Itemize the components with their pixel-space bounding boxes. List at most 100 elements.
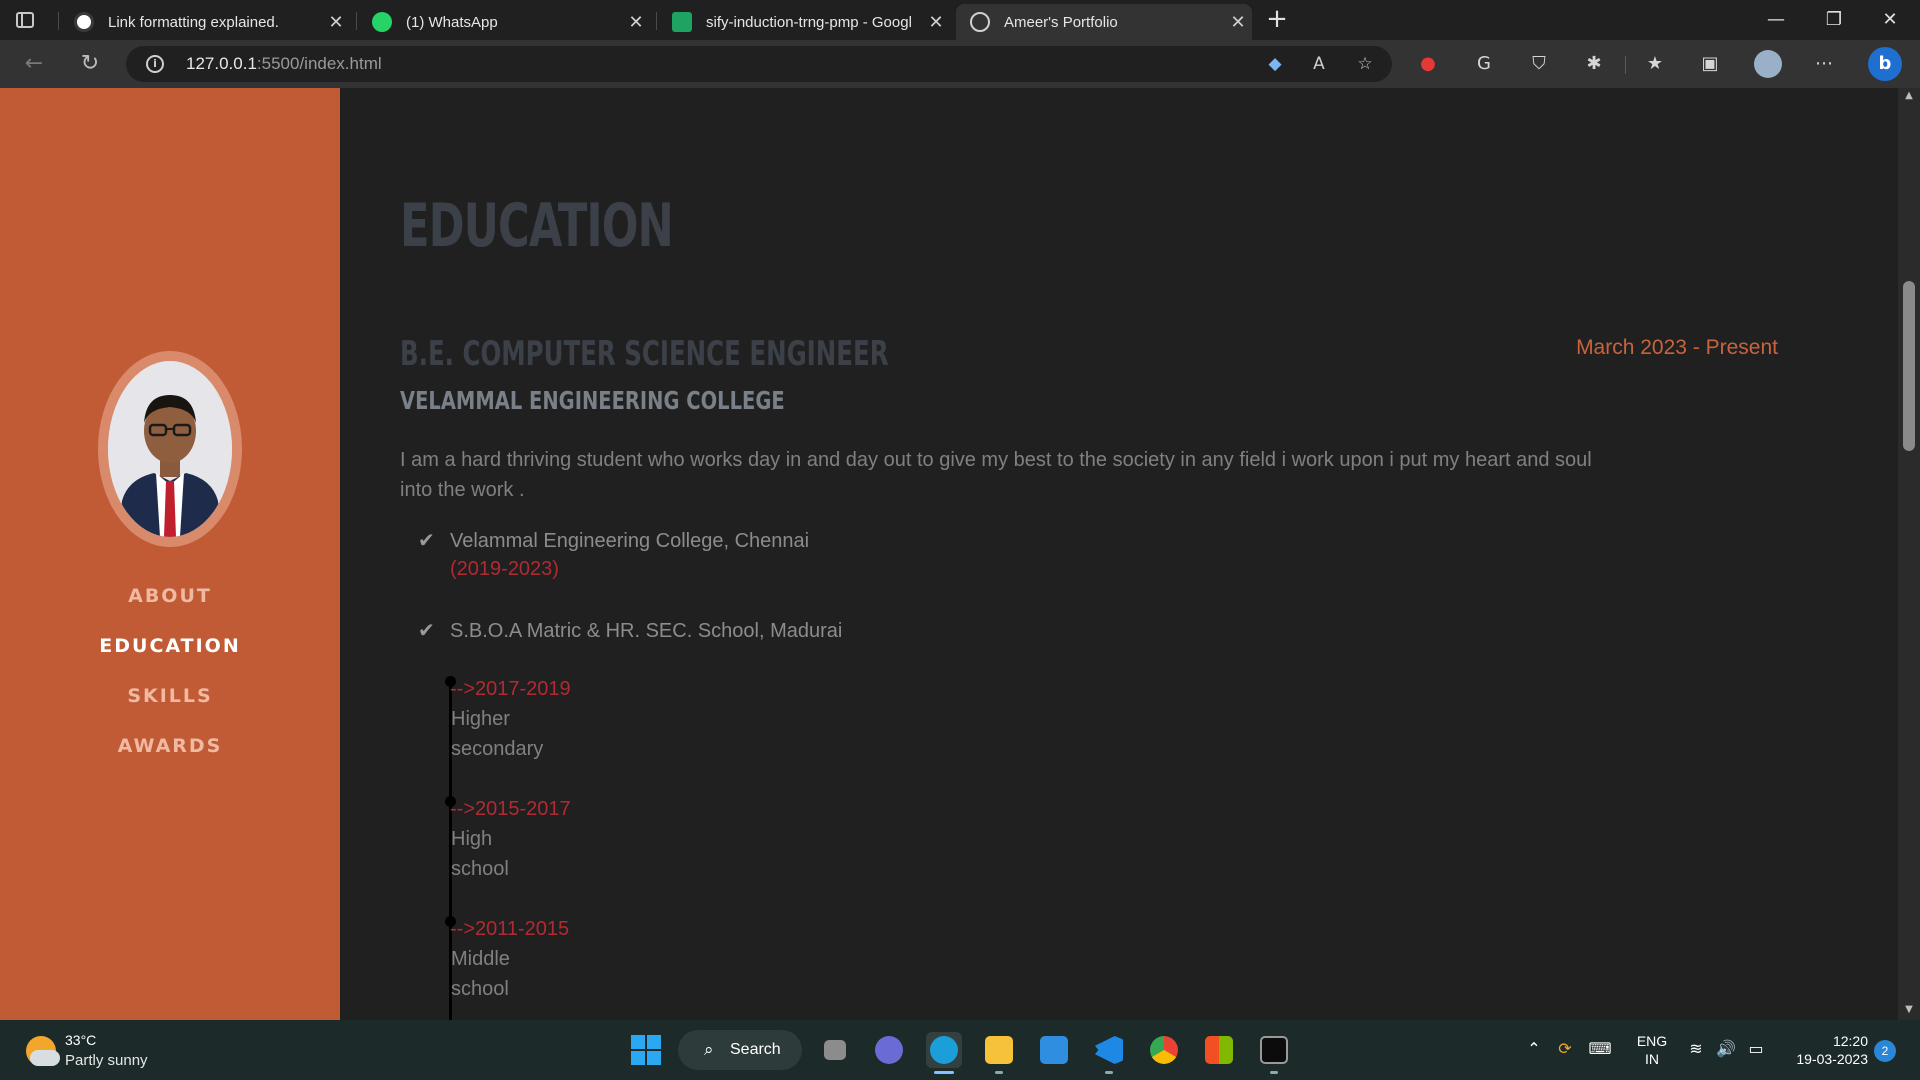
scroll-down-icon[interactable]: ▼ — [1898, 1004, 1920, 1015]
taskbar-search[interactable]: ⌕ Search — [678, 1030, 802, 1070]
profile-avatar[interactable] — [1754, 50, 1782, 78]
system-clock[interactable]: 12:20 19-03-2023 — [1778, 1032, 1868, 1068]
tab-portfolio[interactable]: Ameer's Portfolio ✕ — [956, 4, 1252, 40]
tab-title: sify-induction-trng-pmp - Googl — [706, 13, 912, 31]
tab-google-sheets[interactable]: sify-induction-trng-pmp - Googl ✕ — [658, 4, 950, 40]
close-window-button[interactable]: ✕ — [1862, 0, 1918, 40]
chrome-icon[interactable] — [1146, 1032, 1182, 1068]
store-icon[interactable] — [1201, 1032, 1237, 1068]
section-heading: EDUCATION — [400, 191, 674, 261]
timeline-years: -->2017-2019 — [450, 678, 571, 700]
scroll-up-icon[interactable]: ▲ — [1898, 90, 1920, 101]
more-icon[interactable]: ⋯ — [1812, 52, 1836, 76]
scroll-thumb[interactable] — [1903, 281, 1915, 451]
timeline-label-line: Higher — [451, 708, 510, 730]
new-tab-button[interactable]: + — [1263, 6, 1291, 34]
address-bar[interactable]: i 127.0.0.1:5500/index.html ◆ A ☆ — [126, 46, 1392, 82]
education-item: ✔ Velammal Engineering College, Chennai — [418, 528, 809, 553]
keyboard-icon[interactable]: ⌨ — [1588, 1039, 1612, 1058]
check-icon: ✔ — [418, 620, 435, 642]
shield-icon[interactable]: ⛉ — [1527, 52, 1551, 76]
clock-time: 12:20 — [1832, 1033, 1868, 1049]
tab-whatsapp[interactable]: (1) WhatsApp ✕ — [358, 4, 650, 40]
close-icon[interactable]: ✕ — [622, 12, 650, 33]
page-viewport: ABOUT EDUCATION SKILLS AWARDS EDUCATION … — [0, 88, 1920, 1020]
language-code: ENG — [1636, 1033, 1668, 1049]
globe-icon — [970, 12, 990, 32]
timeline-years: -->2015-2017 — [450, 798, 571, 820]
grammarly-icon[interactable]: G — [1472, 52, 1496, 76]
tab-strip: Link formatting explained. ✕ (1) WhatsAp… — [0, 0, 1920, 40]
notification-badge[interactable]: 2 — [1874, 1040, 1896, 1062]
tab-title: (1) WhatsApp — [406, 13, 498, 31]
date-range: March 2023 - Present — [1576, 336, 1778, 359]
terminal-icon[interactable] — [1256, 1032, 1292, 1068]
sync-icon[interactable]: ⟳ — [1553, 1039, 1577, 1058]
bing-chat-icon[interactable]: b — [1868, 47, 1902, 81]
page-scrollbar[interactable]: ▲ ▼ — [1898, 88, 1920, 1020]
timeline-label-line: school — [451, 858, 509, 880]
education-item: ✔ S.B.O.A Matric & HR. SEC. School, Madur… — [418, 618, 842, 643]
mail-icon[interactable] — [1036, 1032, 1072, 1068]
adblock-icon[interactable]: ● — [1416, 52, 1440, 76]
nav-awards[interactable]: AWARDS — [0, 735, 340, 757]
restore-button[interactable]: ❐ — [1806, 0, 1862, 40]
weather-temp: 33°C — [65, 1032, 97, 1048]
tab-link-formatting[interactable]: Link formatting explained. ✕ — [60, 4, 350, 40]
close-icon[interactable]: ✕ — [322, 12, 350, 33]
language-indicator[interactable]: ENG IN — [1632, 1032, 1672, 1068]
timeline-label-line: school — [451, 978, 509, 1000]
tab-separator — [58, 12, 59, 30]
app-indicator — [1270, 1071, 1278, 1074]
google-sheets-icon — [672, 12, 692, 32]
url-text[interactable]: 127.0.0.1:5500/index.html — [186, 54, 382, 74]
back-button[interactable]: ← — [18, 48, 50, 80]
close-icon[interactable]: ✕ — [1224, 12, 1252, 33]
search-label: Search — [730, 1041, 781, 1058]
minimize-button[interactable]: — — [1748, 0, 1804, 40]
timeline-label-line: secondary — [451, 738, 544, 760]
nav-about[interactable]: ABOUT — [0, 585, 340, 607]
weather-desc: Partly sunny — [65, 1052, 148, 1069]
volume-icon[interactable]: 🔊 — [1714, 1039, 1738, 1058]
coupon-tag-icon[interactable]: ◆ — [1264, 53, 1286, 75]
profile-photo-image — [108, 361, 232, 537]
vscode-icon[interactable] — [1091, 1032, 1127, 1068]
add-favorite-icon[interactable]: ☆ — [1354, 53, 1376, 75]
app-indicator — [1105, 1071, 1113, 1074]
battery-icon[interactable]: ▭ — [1744, 1039, 1768, 1058]
education-item-text: Velammal Engineering College, Chennai — [450, 530, 810, 552]
url-path: :5500/index.html — [256, 54, 382, 73]
timeline-label: High school — [451, 824, 561, 884]
close-icon[interactable]: ✕ — [922, 12, 950, 33]
site-info-icon[interactable]: i — [146, 55, 164, 73]
nav-education[interactable]: EDUCATION — [0, 635, 340, 657]
extensions-icon[interactable]: ✱ — [1582, 52, 1606, 76]
cloud-icon — [30, 1050, 60, 1066]
tab-title: Link formatting explained. — [108, 13, 279, 31]
education-item-years: (2019-2023) — [450, 558, 559, 580]
read-aloud-icon[interactable]: A — [1308, 53, 1330, 75]
wifi-icon[interactable]: ≋ — [1684, 1039, 1708, 1058]
clock-date: 19-03-2023 — [1796, 1051, 1868, 1067]
edge-icon[interactable] — [926, 1032, 962, 1068]
check-icon: ✔ — [418, 530, 435, 552]
taskbar: 33°C Partly sunny ⌕ Search ⌃ ⟳ ⌨ ENG IN … — [0, 1020, 1920, 1080]
teams-chat-icon[interactable] — [871, 1032, 907, 1068]
start-button[interactable] — [631, 1035, 661, 1065]
sidebar: ABOUT EDUCATION SKILLS AWARDS — [0, 88, 340, 1020]
browser-toolbar: ← ↻ i 127.0.0.1:5500/index.html ◆ A ☆ ● … — [0, 40, 1920, 88]
chevron-up-icon[interactable]: ⌃ — [1522, 1039, 1546, 1058]
favorites-icon[interactable]: ★ — [1643, 52, 1667, 76]
nav-skills[interactable]: SKILLS — [0, 685, 340, 707]
chatgpt-icon — [74, 12, 94, 32]
timeline-label-line: High — [451, 828, 493, 850]
task-view-button[interactable] — [816, 1032, 852, 1068]
file-explorer-icon[interactable] — [981, 1032, 1017, 1068]
collections-icon[interactable]: ▣ — [1698, 52, 1722, 76]
timeline-label: Middle school — [451, 944, 561, 1004]
refresh-button[interactable]: ↻ — [74, 48, 106, 80]
tab-actions-icon[interactable] — [14, 10, 36, 30]
tab-separator — [656, 12, 657, 30]
tab-title: Ameer's Portfolio — [1004, 13, 1118, 31]
